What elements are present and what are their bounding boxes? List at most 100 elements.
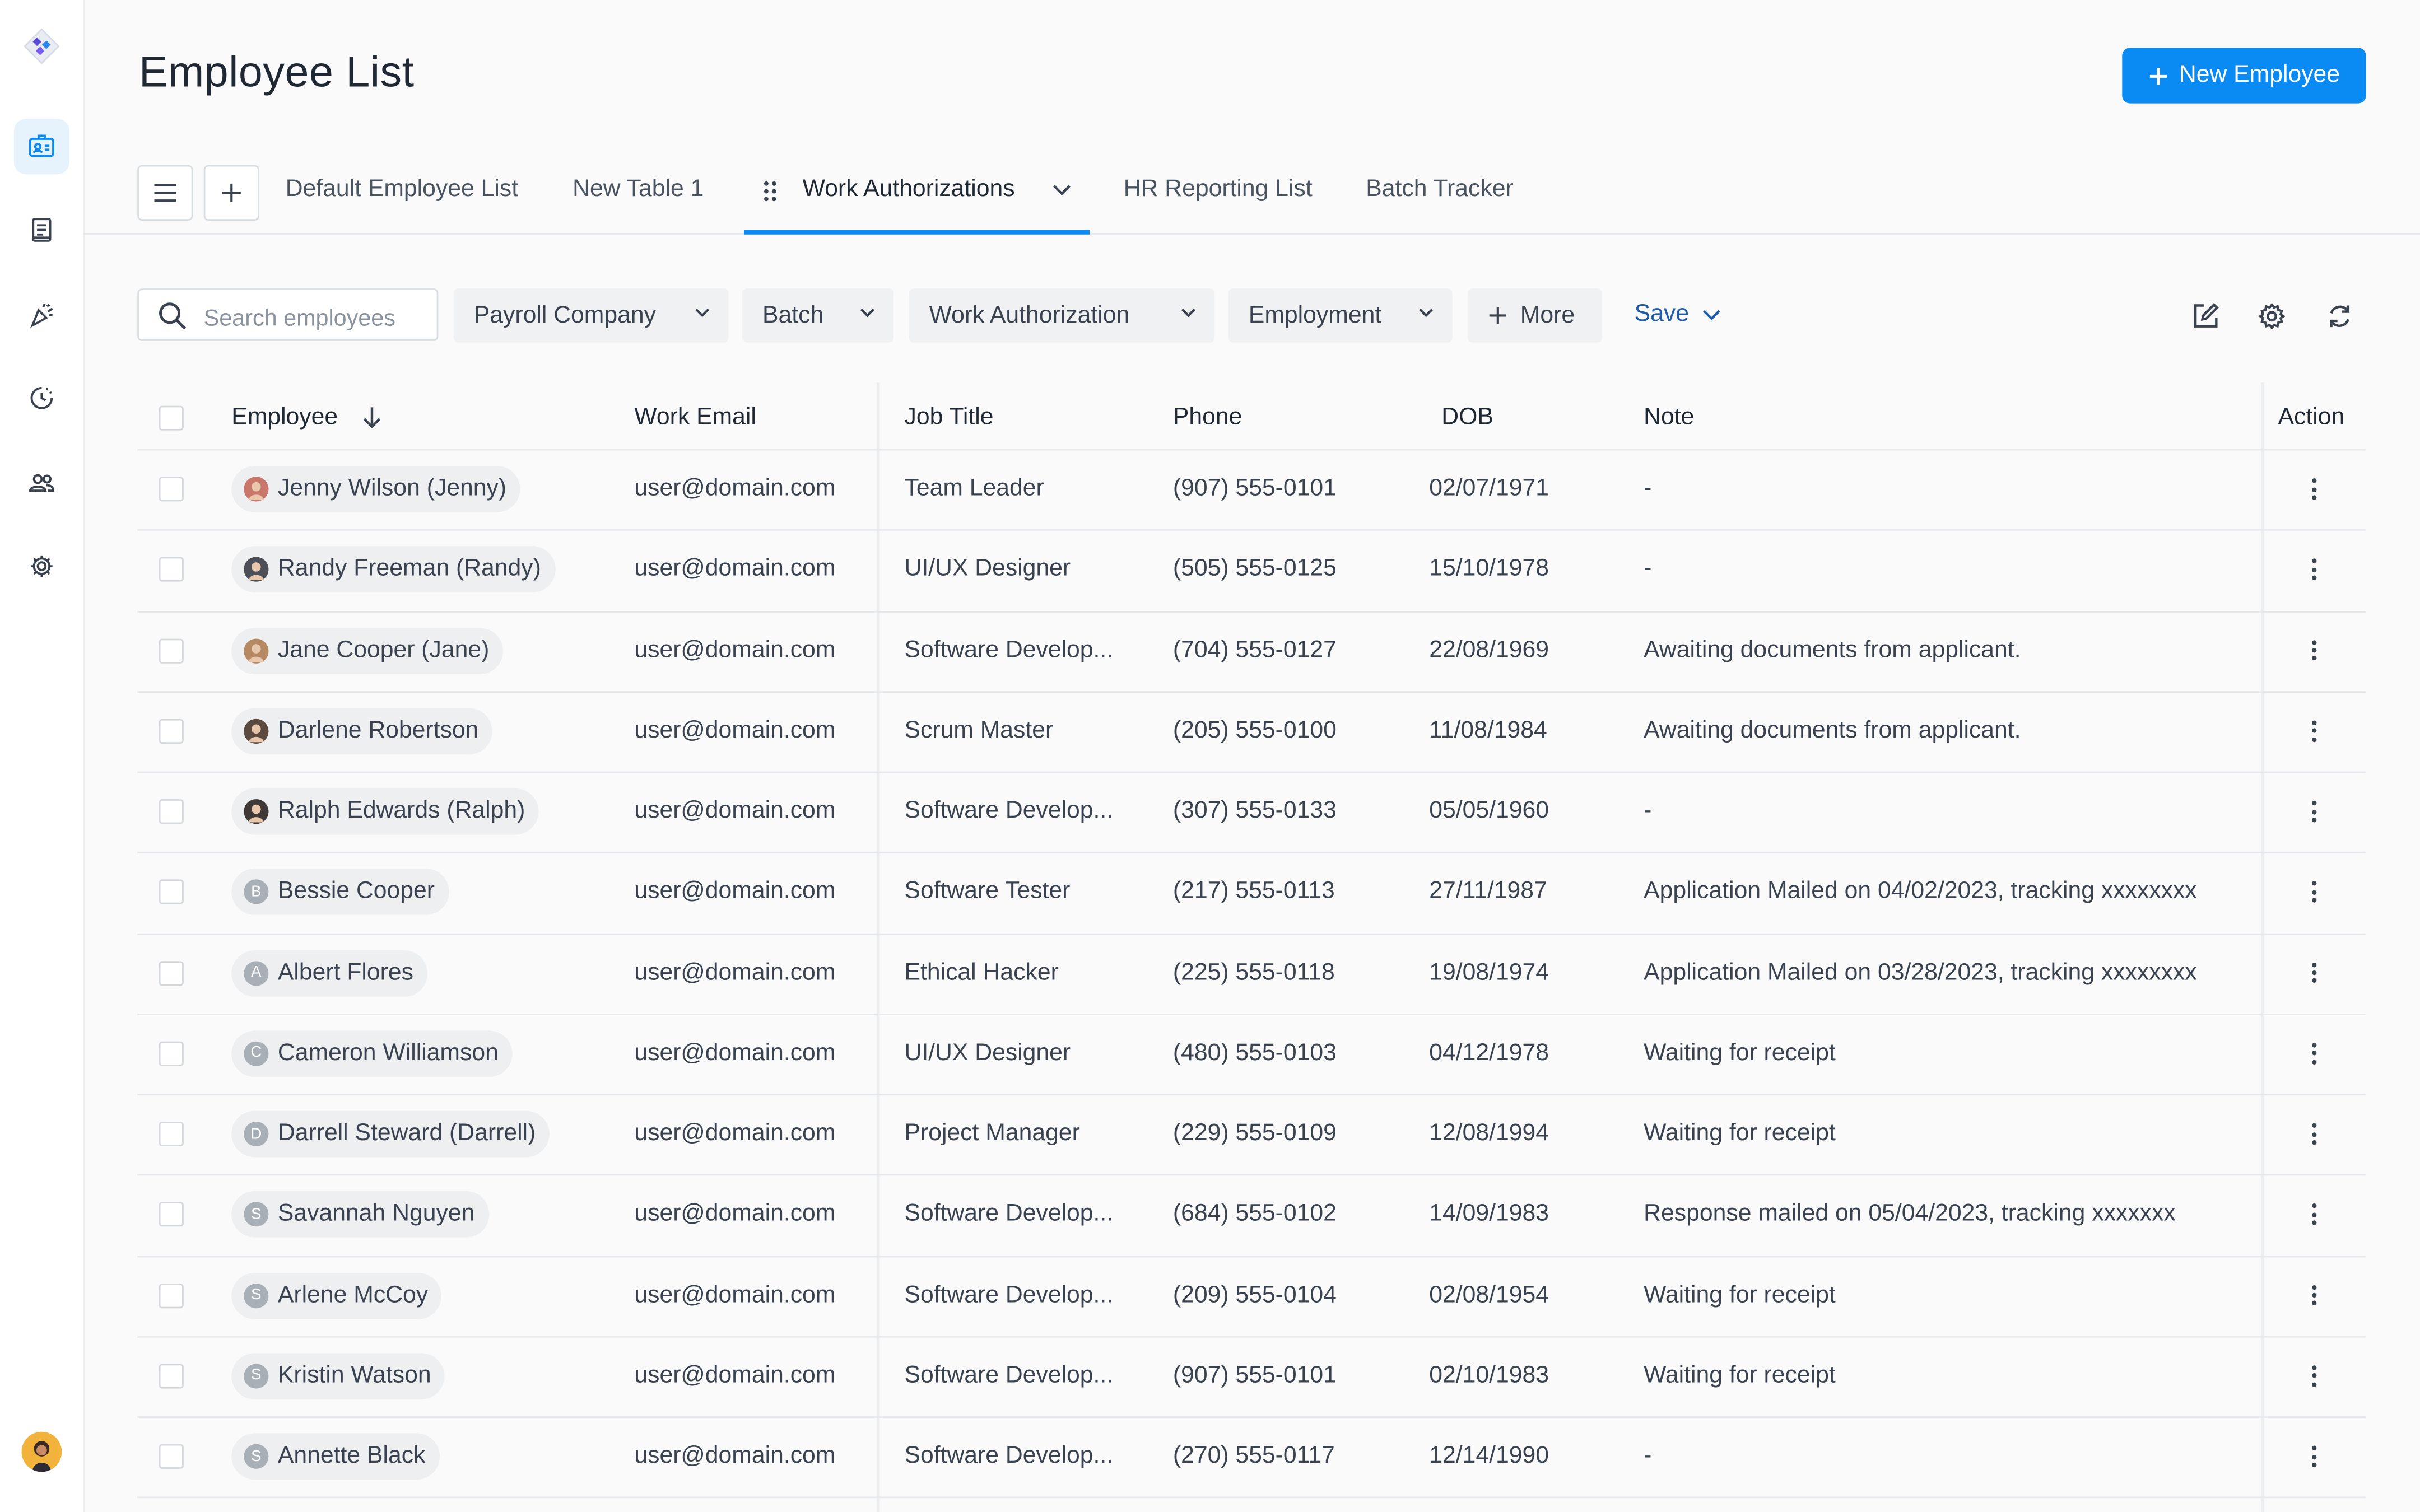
row-checkbox[interactable] [159, 638, 184, 663]
column-header-phone[interactable]: Phone [1173, 404, 1242, 432]
row-checkbox[interactable] [159, 960, 184, 986]
row-checkbox[interactable] [159, 799, 184, 824]
add-table-button[interactable] [203, 165, 259, 221]
filter-batch[interactable]: Batch [742, 288, 894, 343]
employee-chip[interactable]: Ralph Edwards (Ralph) [231, 788, 539, 835]
employee-chip[interactable]: D Darrell Steward (Darrell) [231, 1111, 550, 1158]
select-all-checkbox[interactable] [159, 405, 184, 431]
row-actions-kebab-icon[interactable] [2312, 720, 2318, 745]
tab-new-table-1[interactable]: New Table 1 [573, 176, 704, 204]
employee-chip[interactable]: S Arlene McCoy [231, 1272, 442, 1319]
settings-icon[interactable] [14, 539, 69, 594]
row-actions-kebab-icon[interactable] [2312, 1204, 2318, 1229]
phone-cell: (209) 555-0104 [1172, 1281, 1337, 1308]
celebrate-icon[interactable] [14, 287, 69, 342]
refresh-icon[interactable] [2324, 301, 2355, 332]
chevron-down-icon[interactable] [1053, 184, 1071, 196]
dob-cell: 04/12/1978 [1429, 1039, 1549, 1066]
dob-cell: 05/05/1960 [1429, 797, 1549, 824]
employee-chip[interactable]: S Annette Black [231, 1433, 440, 1480]
tab-batch-tracker[interactable]: Batch Tracker [1366, 176, 1513, 204]
sort-down-icon[interactable] [361, 406, 383, 429]
work-email-cell: user@domain.com [634, 797, 836, 824]
row-checkbox[interactable] [159, 718, 184, 744]
row-actions-kebab-icon[interactable] [2312, 1043, 2318, 1068]
row-checkbox[interactable] [159, 1444, 184, 1469]
row-checkbox[interactable] [159, 477, 184, 502]
phone-cell: (225) 555-0118 [1172, 959, 1335, 986]
edit-icon[interactable] [2190, 301, 2221, 332]
people-icon[interactable] [14, 455, 69, 511]
employee-chip[interactable]: Darlene Robertson [231, 708, 493, 754]
tab-hr-reporting-list[interactable]: HR Reporting List [1124, 176, 1313, 204]
row-actions-kebab-icon[interactable] [2312, 1284, 2318, 1310]
drag-handle-icon[interactable] [762, 180, 778, 202]
row-checkbox[interactable] [159, 1283, 184, 1308]
row-actions-kebab-icon[interactable] [2312, 1445, 2318, 1471]
employee-avatar [244, 638, 269, 663]
row-actions-kebab-icon[interactable] [2312, 962, 2318, 987]
column-header-employee[interactable]: Employee [231, 404, 338, 432]
job-title-cell: Project Manager [904, 1120, 1080, 1147]
row-actions-kebab-icon[interactable] [2312, 640, 2318, 665]
menu-button[interactable] [137, 165, 193, 221]
employee-chip[interactable]: S Savannah Nguyen [231, 1191, 489, 1238]
tab-default-employee-list[interactable]: Default Employee List [286, 176, 518, 204]
row-checkbox[interactable] [159, 1364, 184, 1389]
more-filters-button[interactable]: More [1468, 288, 1602, 343]
work-email-cell: user@domain.com [634, 475, 836, 502]
plus-icon [1489, 307, 1506, 324]
document-icon[interactable] [14, 202, 69, 258]
column-header-dob[interactable]: DOB [1441, 404, 1493, 432]
gear-icon[interactable] [2256, 301, 2287, 332]
page-title: Employee List [138, 48, 415, 96]
row-checkbox[interactable] [159, 1202, 184, 1228]
note-cell: Waiting for receipt [1644, 1039, 1836, 1066]
user-avatar[interactable] [21, 1431, 62, 1472]
employee-chip[interactable]: B Bessie Cooper [231, 869, 449, 916]
filter-work-authorization[interactable]: Work Authorization [909, 288, 1215, 343]
new-employee-button[interactable]: New Employee [2122, 48, 2366, 104]
tab-work-authorizations[interactable]: Work Authorizations [803, 176, 1015, 204]
row-actions-kebab-icon[interactable] [2312, 478, 2318, 503]
row-actions-kebab-icon[interactable] [2312, 1365, 2318, 1390]
row-checkbox[interactable] [159, 1041, 184, 1066]
time-off-icon[interactable] [14, 370, 69, 426]
new-employee-label: New Employee [2179, 62, 2340, 88]
note-cell: Response mailed on 05/04/2023, tracking … [1644, 1201, 2176, 1228]
work-email-cell: user@domain.com [634, 1362, 836, 1389]
row-actions-kebab-icon[interactable] [2312, 1123, 2318, 1149]
employee-chip[interactable]: S Kristin Watson [231, 1352, 445, 1399]
job-title-cell: Scrum Master [904, 717, 1054, 744]
employee-chip[interactable]: A Albert Flores [231, 950, 427, 996]
column-header-note[interactable]: Note [1644, 404, 1694, 432]
employee-chip[interactable]: Jane Cooper (Jane) [231, 627, 504, 674]
employee-badge-icon[interactable] [13, 119, 69, 175]
row-actions-kebab-icon[interactable] [2312, 801, 2318, 826]
employee-chip[interactable]: Randy Freeman (Randy) [231, 547, 555, 593]
filter-label: Batch [762, 301, 824, 328]
phone-cell: (480) 555-0103 [1172, 1039, 1337, 1066]
row-divider [137, 529, 2366, 531]
note-cell: Waiting for receipt [1644, 1120, 1836, 1147]
filter-payroll-company[interactable]: Payroll Company [453, 288, 729, 343]
note-cell: Waiting for receipt [1644, 1281, 1836, 1308]
row-checkbox[interactable] [159, 1122, 184, 1147]
employee-name: Savannah Nguyen [277, 1201, 475, 1228]
search-input[interactable] [201, 301, 439, 335]
column-header-work-email[interactable]: Work Email [634, 404, 756, 432]
employee-avatar [244, 799, 269, 824]
employee-chip[interactable]: Jenny Wilson (Jenny) [231, 466, 520, 513]
column-header-job-title[interactable]: Job Title [904, 404, 993, 432]
save-view-button[interactable]: Save [1635, 301, 1721, 329]
search-field[interactable] [137, 288, 439, 341]
filter-employment[interactable]: Employment [1228, 288, 1453, 343]
job-title-cell: Software Develop... [904, 636, 1114, 663]
logo-icon[interactable] [14, 18, 69, 74]
row-checkbox[interactable] [159, 557, 184, 582]
row-actions-kebab-icon[interactable] [2312, 881, 2318, 907]
row-checkbox[interactable] [159, 880, 184, 905]
row-divider [137, 1174, 2366, 1177]
employee-chip[interactable]: C Cameron Williamson [231, 1030, 513, 1077]
row-actions-kebab-icon[interactable] [2312, 559, 2318, 584]
